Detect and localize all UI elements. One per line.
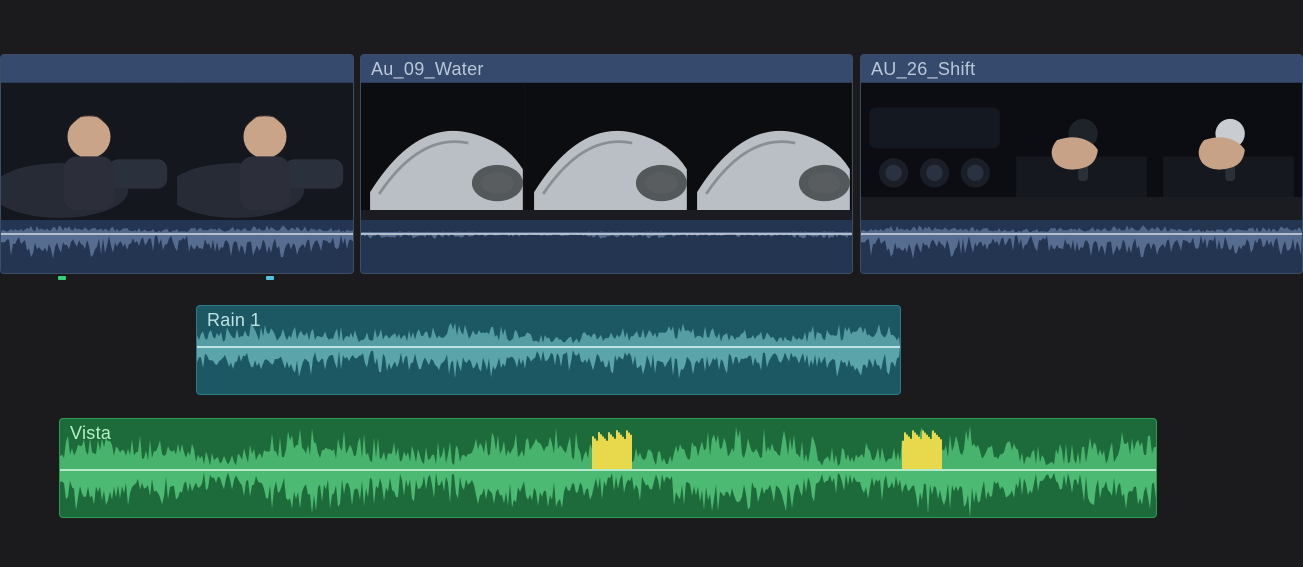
audio-clip-vista[interactable]: Vista (59, 418, 1157, 518)
thumbnail-interview (1, 83, 177, 221)
audio-level-line[interactable] (361, 233, 852, 235)
thumbnail-gear-shift (1008, 83, 1155, 221)
audio-level-line[interactable] (197, 346, 900, 348)
timeline-marker[interactable] (266, 276, 274, 280)
thumbnail-car-water (688, 83, 852, 221)
thumbnail-gear-shift (1155, 83, 1302, 221)
audio-level-line[interactable] (1, 233, 353, 235)
waveform (361, 220, 852, 273)
thumbnail-car-water (361, 83, 525, 221)
thumbnail-interview (177, 83, 353, 221)
filmstrip (361, 83, 852, 221)
waveform (861, 220, 1302, 273)
clip-label: AU_26_Shift (871, 59, 975, 80)
clip-label: Vista (70, 423, 111, 444)
timeline-canvas[interactable]: Au_09_Water AU_26_Shi (0, 0, 1303, 567)
audio-level-line[interactable] (861, 233, 1302, 235)
video-clip-1[interactable] (0, 54, 354, 274)
clip-label: Rain 1 (207, 310, 261, 331)
clip-audio-lane[interactable] (361, 220, 852, 273)
video-clip-3[interactable]: AU_26_Shift (860, 54, 1303, 274)
clip-label: Au_09_Water (371, 59, 484, 80)
waveform (1, 220, 353, 273)
filmstrip (1, 83, 353, 221)
timeline-marker[interactable] (58, 276, 66, 280)
thumbnail-car-interior (861, 83, 1008, 221)
clip-audio-lane[interactable] (1, 220, 353, 273)
audio-level-line[interactable] (60, 469, 1156, 471)
audio-clip-rain[interactable]: Rain 1 (196, 305, 901, 395)
clip-audio-lane[interactable] (861, 220, 1302, 273)
waveform (197, 306, 900, 394)
filmstrip (861, 83, 1302, 221)
clip-title-bar (1, 55, 353, 82)
video-clip-2[interactable]: Au_09_Water (360, 54, 853, 274)
thumbnail-car-water (525, 83, 689, 221)
waveform (60, 419, 1156, 517)
